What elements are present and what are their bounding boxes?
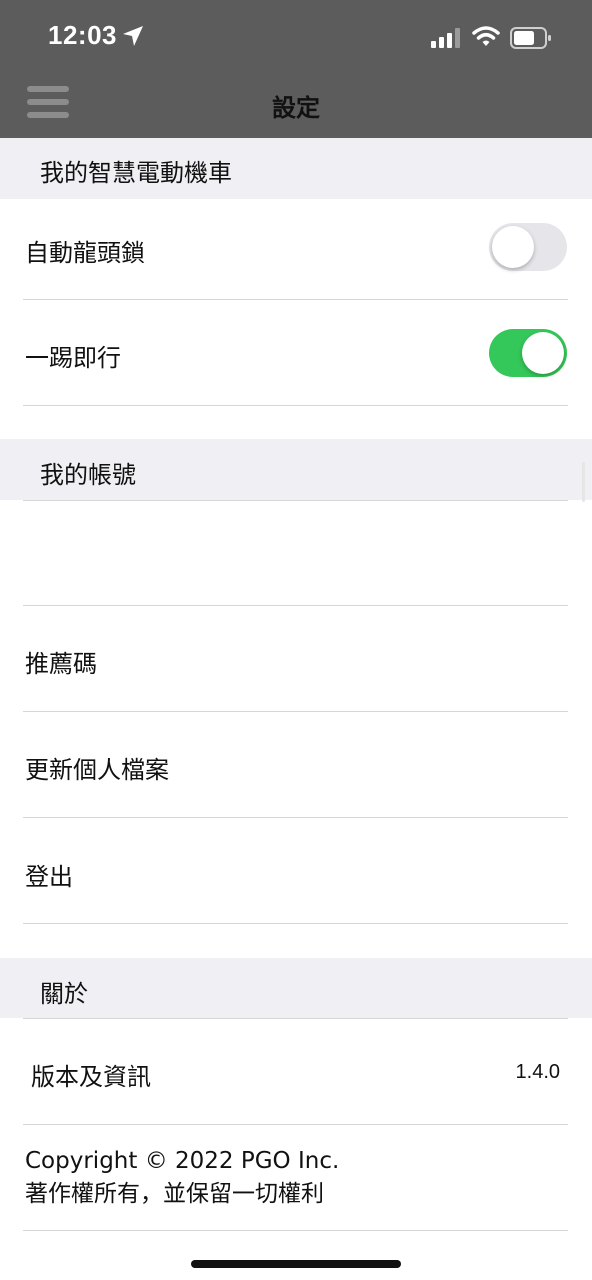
status-time: 12:03 bbox=[48, 20, 117, 50]
page-title: 設定 bbox=[272, 94, 320, 122]
settings-row-kick-start: 一踢即行 bbox=[0, 300, 592, 405]
divider bbox=[23, 405, 568, 406]
settings-row-version[interactable]: 版本及資訊 1.4.0 bbox=[0, 1019, 592, 1124]
settings-row-update-profile[interactable]: 更新個人檔案 bbox=[0, 712, 592, 817]
section-header-label: 我的帳號 bbox=[40, 461, 136, 489]
section-header-label: 我的智慧電動機車 bbox=[40, 159, 232, 187]
settings-row-copyright: Copyright © 2022 PGO Inc. 著作權所有，並保留一切權利 bbox=[0, 1125, 592, 1230]
wifi-icon bbox=[472, 26, 500, 46]
scrollbar[interactable] bbox=[582, 462, 585, 502]
section-header-about: 關於 bbox=[0, 958, 592, 1018]
home-indicator[interactable] bbox=[191, 1260, 401, 1268]
row-label: 自動龍頭鎖 bbox=[25, 239, 145, 267]
location-arrow-icon bbox=[123, 26, 143, 46]
section-header-account: 我的帳號 bbox=[0, 439, 592, 500]
row-label: 更新個人檔案 bbox=[25, 756, 169, 784]
settings-row-auto-handlebar-lock: 自動龍頭鎖 bbox=[0, 199, 592, 299]
toggle-knob bbox=[522, 332, 564, 374]
settings-row-logout[interactable]: 登出 bbox=[0, 818, 592, 923]
battery-icon bbox=[510, 27, 551, 49]
row-label: 登出 bbox=[25, 863, 73, 891]
copyright-line: 著作權所有，並保留一切權利 bbox=[25, 1181, 324, 1207]
row-label: 版本及資訊 bbox=[31, 1063, 151, 1091]
kick-start-toggle[interactable] bbox=[489, 329, 567, 377]
copyright-line: Copyright © 2022 PGO Inc. bbox=[25, 1148, 340, 1174]
section-header-label: 關於 bbox=[40, 980, 88, 1008]
status-bar: 12:03 bbox=[0, 0, 592, 72]
divider bbox=[23, 1230, 568, 1231]
settings-row-referral-code[interactable]: 推薦碼 bbox=[0, 606, 592, 711]
nav-bar: 設定 bbox=[0, 72, 592, 138]
auto-handlebar-lock-toggle[interactable] bbox=[489, 223, 567, 271]
row-label: 一踢即行 bbox=[25, 344, 121, 372]
section-header-scooter: 我的智慧電動機車 bbox=[0, 138, 592, 199]
settings-row-account-name[interactable] bbox=[0, 501, 592, 605]
row-label: 推薦碼 bbox=[25, 650, 97, 678]
signal-icon bbox=[431, 28, 460, 48]
divider bbox=[23, 923, 568, 924]
toggle-knob bbox=[492, 226, 534, 268]
copyright-text: Copyright © 2022 PGO Inc. 著作權所有，並保留一切權利 bbox=[25, 1145, 339, 1211]
version-value: 1.4.0 bbox=[515, 1061, 560, 1083]
